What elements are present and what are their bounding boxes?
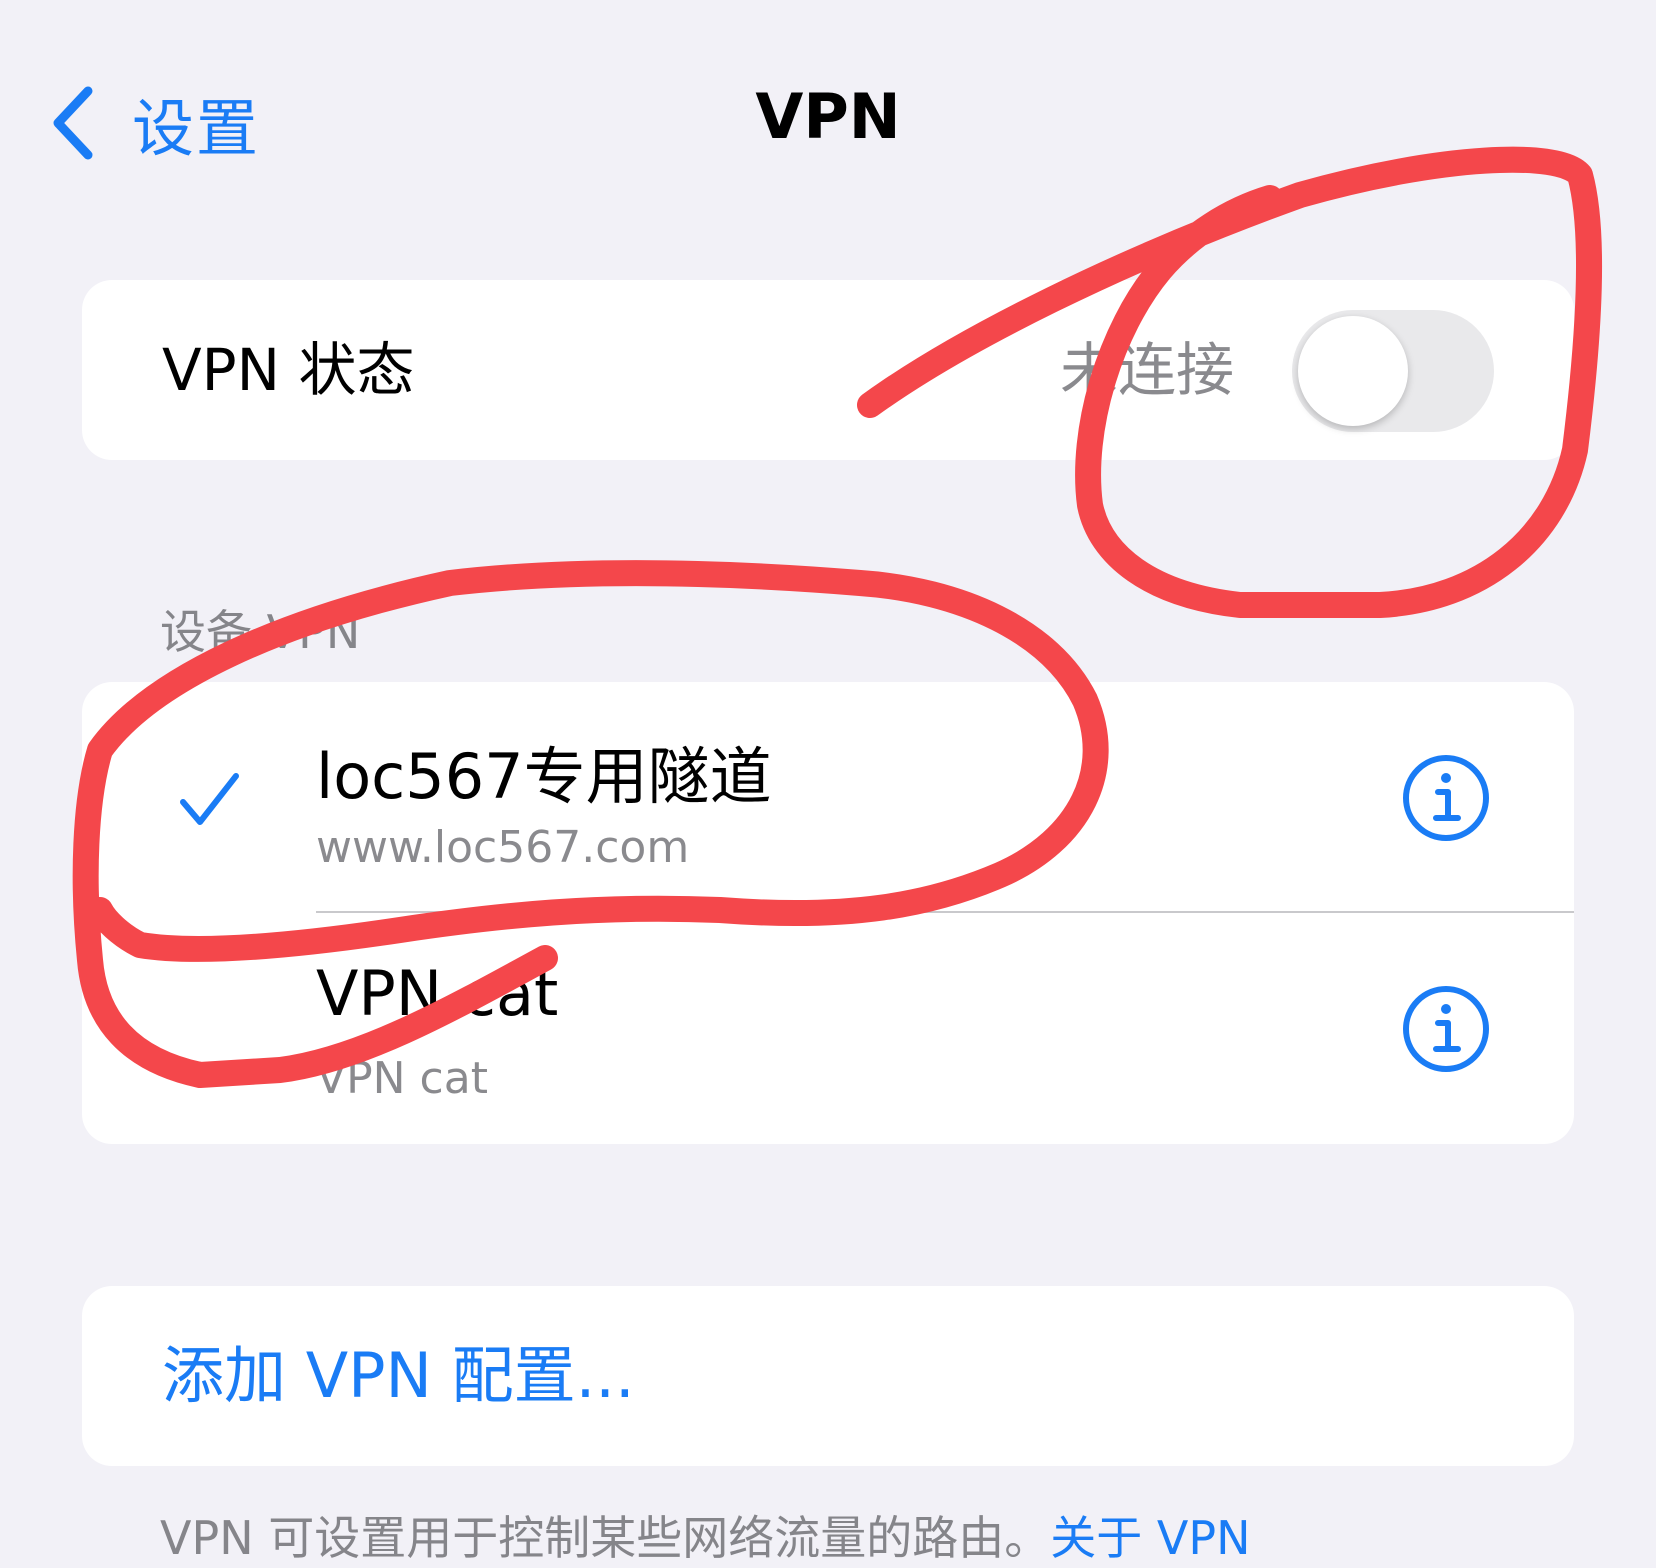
vpn-list-card: loc567专用隧道 www.loc567.com VPN cat VPN ca… <box>82 682 1574 1144</box>
vpn-status-value: 未连接 <box>1059 336 1234 404</box>
footer-note-text: VPN 可设置用于控制某些网络流量的路由。 <box>160 1511 1051 1565</box>
vpn-status-toggle[interactable] <box>1292 310 1494 432</box>
vpn-item-name: VPN cat <box>316 957 559 1030</box>
section-header-device-vpn: 设备 VPN <box>160 605 361 659</box>
page-title: VPN <box>755 80 901 153</box>
vpn-status-card: VPN 状态 未连接 <box>82 280 1574 460</box>
add-vpn-card: 添加 VPN 配置... <box>82 1286 1574 1466</box>
about-vpn-link[interactable]: 关于 VPN <box>1050 1511 1250 1565</box>
vpn-item-name: loc567专用隧道 <box>316 740 772 813</box>
toggle-knob <box>1298 316 1408 426</box>
info-circle-icon[interactable] <box>1400 983 1492 1075</box>
footer-note: VPN 可设置用于控制某些网络流量的路由。关于 VPN <box>160 1502 1251 1568</box>
checkmark-icon <box>180 773 239 825</box>
vpn-list-item-loc567[interactable]: loc567专用隧道 www.loc567.com <box>82 682 1574 913</box>
vpn-list-item-vpn-cat[interactable]: VPN cat VPN cat <box>82 913 1574 1144</box>
info-circle-icon[interactable] <box>1400 752 1492 844</box>
add-vpn-configuration-button[interactable]: 添加 VPN 配置... <box>162 1286 635 1466</box>
vpn-item-subtitle: www.loc567.com <box>316 822 690 873</box>
vpn-status-label: VPN 状态 <box>162 336 415 404</box>
vpn-item-subtitle: VPN cat <box>316 1053 488 1104</box>
